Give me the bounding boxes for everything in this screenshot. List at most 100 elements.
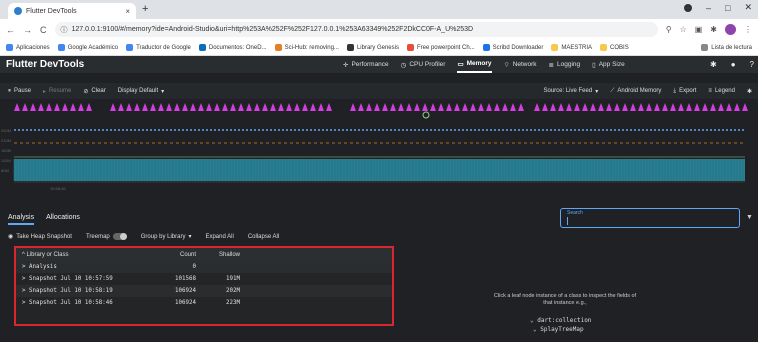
event-marker <box>222 103 228 111</box>
source-dropdown[interactable]: Source: Live Feed ▾ <box>543 88 598 95</box>
tab-logging[interactable]: ≣ Logging <box>549 56 581 73</box>
tab-memory[interactable]: ▭ Memory <box>457 56 492 73</box>
close-tab-icon[interactable]: × <box>125 7 130 16</box>
avatar[interactable] <box>725 24 736 35</box>
tab-allocations[interactable]: Allocations <box>46 214 80 225</box>
event-marker <box>294 103 300 111</box>
menu-icon[interactable]: ⋮ <box>744 25 752 34</box>
event-marker <box>670 103 676 111</box>
close-window-button[interactable]: ✕ <box>744 2 752 13</box>
puzzle-icon[interactable]: ✱ <box>710 25 717 34</box>
maximize-button[interactable]: □ <box>725 3 730 13</box>
bookmark-item[interactable]: Documentos: OneD... <box>198 44 267 51</box>
event-marker <box>582 103 588 111</box>
export-button[interactable]: ⤓ Export <box>673 88 696 95</box>
bookmark-folder[interactable]: MAESTRIA <box>551 44 592 51</box>
group-by-dropdown[interactable]: Group by Library ▾ <box>141 233 192 241</box>
event-marker <box>598 103 604 111</box>
back-icon[interactable]: ← <box>6 25 15 35</box>
table-row[interactable]: > Snapshot Jul 10 10:58:19 106924 202M <box>16 285 392 297</box>
event-marker <box>374 103 380 111</box>
star-icon[interactable]: ☆ <box>680 25 687 34</box>
bookmarks-bar: Aplicaciones Google Académico Traductor … <box>0 40 758 56</box>
take-heap-snapshot-button[interactable]: ◉ Take Heap Snapshot <box>8 233 72 241</box>
help-icon[interactable]: ? <box>750 60 754 69</box>
table-row[interactable]: > Analysis 0 <box>16 261 392 273</box>
bookmark-item[interactable]: Sci-Hub: removing... <box>274 44 339 51</box>
event-marker <box>646 103 652 111</box>
new-tab-button[interactable]: + <box>142 3 148 15</box>
pause-button[interactable]: ⏸ Pause <box>8 88 31 95</box>
pause-icon: ⏸ <box>8 87 12 94</box>
tab-network[interactable]: ⌔ Network <box>504 56 537 73</box>
event-marker <box>742 103 748 111</box>
event-marker <box>438 103 444 111</box>
bookmark-folder[interactable]: COBIS <box>600 44 629 51</box>
display-dropdown[interactable]: Display Default ▾ <box>118 88 164 95</box>
bookmark-item[interactable]: Scribd Downloader <box>482 44 543 51</box>
reload-icon[interactable]: C <box>40 25 47 35</box>
row-count: 106924 <box>175 288 196 294</box>
event-marker <box>110 103 116 111</box>
bookmark-item[interactable]: Library Genesis <box>346 44 399 51</box>
event-marker <box>430 103 436 111</box>
bookmark-item[interactable]: Traductor de Google <box>126 44 191 51</box>
extension-icon[interactable]: ▣ <box>695 25 703 34</box>
treemap-toggle[interactable]: Treemap <box>86 233 127 240</box>
event-marker <box>126 103 132 111</box>
resume-button[interactable]: ▸ Resume <box>43 88 71 95</box>
row-shallow: 202M <box>226 288 240 294</box>
bookmark-item[interactable]: Google Académico <box>57 44 118 51</box>
line-chart-icon: ⟋ <box>610 87 615 94</box>
forward-icon[interactable]: → <box>23 25 32 35</box>
chevron-down-icon: ▾ <box>188 234 192 240</box>
bookmark-item[interactable]: Free powerpoint Ch... <box>406 44 475 51</box>
event-marker <box>574 103 580 111</box>
settings-icon[interactable]: ✱ <box>710 60 717 69</box>
zoom-icon[interactable]: ⚲ <box>666 25 672 34</box>
settings-icon[interactable]: ✱ <box>747 88 752 95</box>
event-marker <box>70 103 76 111</box>
url-input[interactable]: ⓘ 127.0.0.1:9100/#/memory?ide=Android-St… <box>54 22 658 37</box>
tab-analysis[interactable]: Analysis <box>8 214 35 225</box>
tree-node[interactable]: ⌄ SplayTreeMap <box>530 325 591 334</box>
row-name: > Analysis <box>22 264 57 270</box>
theme-icon[interactable]: ● <box>731 60 736 69</box>
download-icon: ⤓ <box>673 87 677 94</box>
android-memory-button[interactable]: ⟋ Android Memory <box>610 88 661 95</box>
clear-button[interactable]: ⊘ Clear <box>83 88 105 95</box>
event-marker <box>494 103 500 111</box>
event-marker <box>174 103 180 111</box>
header-count[interactable]: Count <box>152 252 196 258</box>
event-marker <box>326 103 332 111</box>
row-name: > Snapshot Jul 10 10:57:59 <box>22 276 113 282</box>
header-shallow[interactable]: Shallow <box>196 252 240 258</box>
table-row[interactable]: > Snapshot Jul 10 10:58:46 106924 223M <box>16 297 392 309</box>
event-marker <box>246 103 252 111</box>
tab-app-size[interactable]: ▯ App Size <box>592 56 625 73</box>
minimize-button[interactable]: – <box>706 3 711 13</box>
reading-list[interactable]: Lista de lectura <box>701 44 752 51</box>
header-library[interactable]: ^ Library or Class <box>16 252 152 258</box>
window-controls: – □ ✕ <box>684 2 752 13</box>
expand-all-button[interactable]: Expand All <box>205 234 233 240</box>
event-marker <box>678 103 684 111</box>
event-marker <box>518 103 524 111</box>
search-input[interactable]: Search <box>560 208 740 228</box>
browser-tab[interactable]: Flutter DevTools × <box>8 3 136 19</box>
tab-performance[interactable]: ✛ Performance <box>343 56 389 73</box>
event-marker <box>366 103 372 111</box>
bookmark-item[interactable]: Aplicaciones <box>6 44 50 51</box>
tab-cpu-profiler[interactable]: ◷ CPU Profiler <box>401 56 446 73</box>
event-marker <box>86 103 92 111</box>
event-marker <box>54 103 60 111</box>
event-marker <box>590 103 596 111</box>
legend-button[interactable]: ≡ Legend <box>708 88 735 94</box>
tree-node[interactable]: ⌄ dart:collection <box>530 316 591 325</box>
collapse-all-button[interactable]: Collapse All <box>248 234 279 240</box>
filter-icon[interactable]: ▼ <box>746 214 753 221</box>
table-row[interactable]: > Snapshot Jul 10 10:57:59 101568 191M <box>16 273 392 285</box>
event-marker <box>630 103 636 111</box>
event-marker <box>622 103 628 111</box>
event-marker <box>470 103 476 111</box>
